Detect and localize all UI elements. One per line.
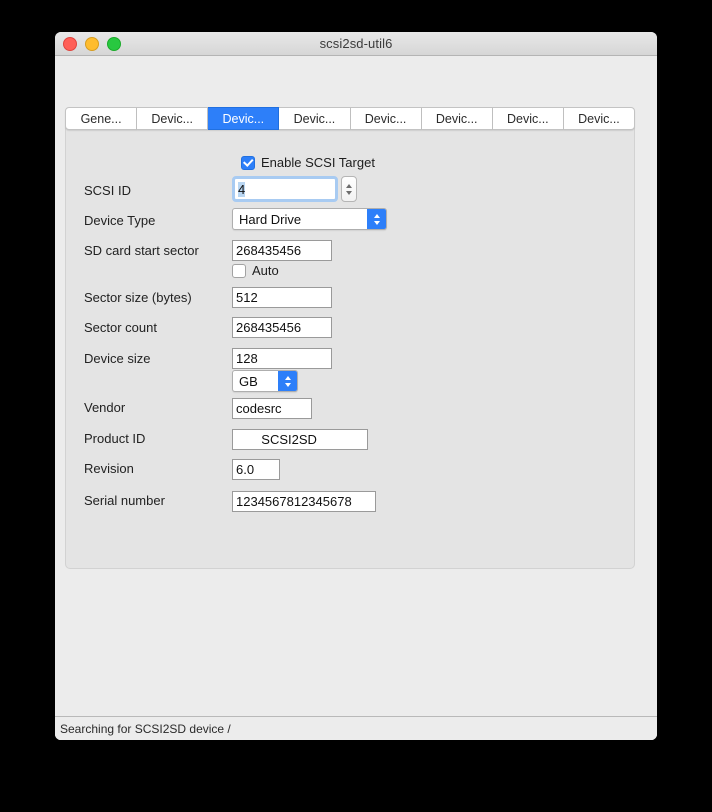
scsi-id-value: 4 (238, 181, 246, 197)
status-bar: Searching for SCSI2SD device / (55, 716, 657, 740)
window-controls (63, 36, 121, 51)
close-button[interactable] (63, 36, 77, 51)
revision-value: 6.0 (236, 462, 255, 477)
tab-device-7[interactable]: Devic... (563, 107, 635, 130)
minimize-button[interactable] (85, 36, 99, 51)
serial-number-value: 1234567812345678 (236, 494, 352, 509)
window-title: scsi2sd-util6 (319, 36, 393, 51)
tab-device-5[interactable]: Devic... (421, 107, 493, 130)
enable-scsi-target-label: Enable SCSI Target (261, 155, 375, 170)
title-bar: scsi2sd-util6 (55, 32, 657, 56)
sd-start-sector-input[interactable]: 268435456 (232, 240, 332, 261)
sector-size-value: 512 (236, 290, 258, 305)
tab-label: Devic... (435, 111, 478, 126)
tab-label: Devic... (293, 111, 336, 126)
scsi-id-input[interactable]: 4 (232, 176, 338, 202)
tab-device-1[interactable]: Devic... (137, 107, 209, 130)
tab-label: Devic... (578, 111, 620, 126)
device-type-label: Device Type (84, 213, 156, 228)
tab-label: Gene... (80, 111, 122, 126)
sector-size-label: Sector size (bytes) (84, 290, 192, 305)
chevron-up-icon[interactable] (346, 183, 352, 188)
tab-label: Devic... (151, 111, 194, 126)
vendor-label: Vendor (84, 400, 126, 415)
product-id-label: Product ID (84, 431, 146, 446)
device-size-unit-select[interactable]: GB (232, 370, 298, 392)
serial-number-label: Serial number (84, 493, 165, 508)
tab-device-6[interactable]: Devic... (492, 107, 564, 130)
tab-device-3[interactable]: Devic... (279, 107, 351, 130)
serial-number-input[interactable]: 1234567812345678 (232, 491, 376, 512)
device-size-label: Device size (84, 351, 151, 366)
app-window: scsi2sd-util6 Gene... Devic... Devic... … (55, 32, 657, 740)
sector-count-input[interactable]: 268435456 (232, 317, 332, 338)
chevron-updown-icon[interactable] (278, 371, 297, 391)
scsi-id-stepper[interactable] (341, 176, 357, 202)
sector-count-label: Sector count (84, 320, 157, 335)
enable-scsi-target-row[interactable]: Enable SCSI Target (241, 155, 375, 170)
sd-start-sector-value: 268435456 (236, 243, 302, 258)
vendor-value: codesrc (236, 401, 282, 416)
chevron-updown-icon[interactable] (367, 209, 386, 229)
scsi-id-field-group[interactable]: 4 (232, 176, 357, 202)
device-size-value: 128 (236, 351, 258, 366)
enable-scsi-target-checkbox[interactable] (241, 155, 255, 170)
tab-general[interactable]: Gene... (65, 107, 138, 130)
tab-bar: Gene... Devic... Devic... Devic... Devic… (65, 107, 635, 130)
tab-label: Devic... (364, 111, 407, 126)
tab-device-4[interactable]: Devic... (350, 107, 422, 130)
device-size-unit-value: GB (239, 373, 258, 389)
revision-label: Revision (84, 461, 134, 476)
auto-checkbox[interactable] (232, 263, 246, 278)
auto-label: Auto (252, 263, 279, 278)
tab-label: Devic... (222, 111, 265, 126)
device-type-value: Hard Drive (239, 211, 302, 227)
product-id-input[interactable]: SCSI2SD (232, 429, 368, 450)
scsi-id-label: SCSI ID (84, 183, 131, 198)
tab-device-2[interactable]: Devic... (208, 107, 280, 130)
revision-input[interactable]: 6.0 (232, 459, 280, 480)
vendor-input[interactable]: codesrc (232, 398, 312, 419)
tab-label: Devic... (506, 111, 549, 126)
window-body: Gene... Devic... Devic... Devic... Devic… (55, 56, 657, 740)
device-type-select[interactable]: Hard Drive (232, 208, 387, 230)
status-text: Searching for SCSI2SD device / (60, 721, 231, 736)
sector-count-value: 268435456 (236, 320, 302, 335)
auto-row[interactable]: Auto (232, 263, 279, 278)
sector-size-input[interactable]: 512 (232, 287, 332, 308)
sd-start-sector-label: SD card start sector (84, 243, 199, 258)
maximize-button[interactable] (107, 36, 121, 51)
product-id-value: SCSI2SD (236, 432, 317, 447)
device-size-input[interactable]: 128 (232, 348, 332, 369)
chevron-down-icon[interactable] (346, 190, 352, 195)
